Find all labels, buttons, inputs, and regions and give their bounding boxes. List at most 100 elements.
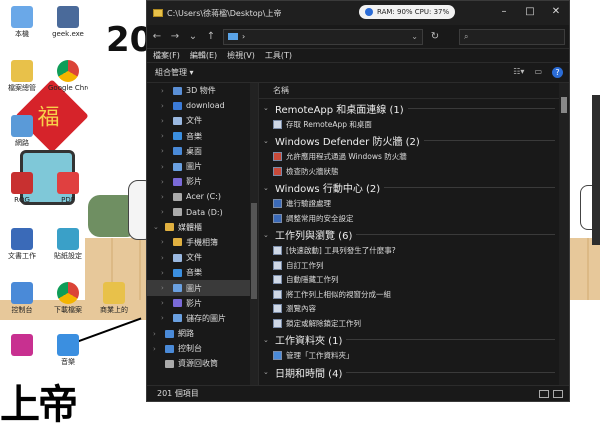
nav-item[interactable]: › 網路 bbox=[147, 326, 258, 341]
taskbar-icon bbox=[273, 304, 282, 314]
back-arrow-icon[interactable]: ← bbox=[151, 31, 163, 42]
desktop-icon-music[interactable]: 音樂 bbox=[48, 334, 88, 367]
menu-view[interactable]: 檢視(V) bbox=[227, 50, 255, 61]
setting-icon bbox=[273, 119, 282, 129]
work-folders-icon bbox=[273, 351, 282, 361]
network-icon bbox=[11, 115, 33, 137]
nav-item[interactable]: › Data (D:) bbox=[147, 205, 258, 220]
desktop-icon-app[interactable] bbox=[2, 334, 42, 358]
group-header[interactable]: ⌄ 工作列與瀏覽 (6) bbox=[259, 226, 569, 244]
forward-arrow-icon[interactable]: → bbox=[169, 31, 181, 42]
group-header[interactable]: ⌄ RemoteApp 和桌面連線 (1) bbox=[259, 99, 569, 117]
nav-item[interactable]: › 音樂 bbox=[147, 129, 258, 144]
nav-item[interactable]: › 控制台 bbox=[147, 341, 258, 356]
group-header[interactable]: ⌄ Windows 行動中心 (2) bbox=[259, 179, 569, 197]
drive-icon bbox=[173, 208, 182, 217]
nav-item[interactable]: › 手機相簿 bbox=[147, 235, 258, 250]
nav-item-selected[interactable]: › 圖片 bbox=[147, 280, 258, 296]
music-icon bbox=[57, 334, 79, 356]
item-count: 201 個項目 bbox=[157, 389, 199, 398]
preview-pane-icon[interactable]: ▭ bbox=[534, 67, 542, 78]
nav-item[interactable]: › 文件 bbox=[147, 113, 258, 128]
list-item[interactable]: 存取 RemoteApp 和桌面 bbox=[259, 117, 569, 132]
list-item[interactable]: 自動隱藏工作列 bbox=[259, 273, 569, 288]
videos-icon bbox=[173, 299, 182, 308]
desktop-icon-rog[interactable]: ROG bbox=[2, 172, 42, 205]
desktop-icon-explorer[interactable]: 檔案總管 bbox=[2, 60, 42, 93]
search-box[interactable]: ⌕ bbox=[459, 28, 565, 45]
desktop-icon-pdf[interactable]: PDF bbox=[48, 172, 88, 205]
recent-chevron-icon[interactable]: ⌄ bbox=[187, 31, 199, 42]
address-row: ← → ⌄ ↑ › ⌄ ↻ ⌕ bbox=[147, 25, 569, 49]
menu-edit[interactable]: 編輯(E) bbox=[190, 50, 217, 61]
nav-item[interactable]: › 文件 bbox=[147, 250, 258, 265]
saved-pictures-icon bbox=[173, 314, 182, 323]
nav-item[interactable]: › 圖片 bbox=[147, 159, 258, 174]
list-item[interactable]: 調整常用的安全設定 bbox=[259, 211, 569, 226]
chrome-icon bbox=[57, 60, 79, 82]
document-icon bbox=[11, 228, 33, 250]
list-item[interactable]: [快速啟動] 工具列發生了什麼事? bbox=[259, 244, 569, 259]
details-view-icon[interactable] bbox=[539, 389, 549, 398]
group-header[interactable]: ⌄ Windows Defender 防火牆 (2) bbox=[259, 132, 569, 150]
desktop-icon-business[interactable]: 商業上的 bbox=[94, 282, 134, 315]
maximize-button[interactable]: □ bbox=[517, 1, 543, 21]
nav-item[interactable]: › 影片 bbox=[147, 174, 258, 189]
content-scroll-thumb[interactable] bbox=[561, 97, 567, 113]
view-options-icon[interactable]: ☷▾ bbox=[513, 67, 524, 78]
nav-scrollbar[interactable] bbox=[250, 83, 258, 385]
desktop-icon-download[interactable]: 下載檔案 bbox=[48, 282, 88, 315]
up-arrow-icon[interactable]: ↑ bbox=[205, 31, 217, 42]
group-header[interactable]: ⌄ 日期和時間 (4) bbox=[259, 363, 569, 381]
large-icons-view-icon[interactable] bbox=[553, 389, 563, 398]
nav-item[interactable]: › 儲存的圖片 bbox=[147, 311, 258, 326]
music-icon bbox=[173, 132, 182, 141]
help-icon[interactable]: ? bbox=[552, 67, 563, 78]
nav-item[interactable]: ⌄ 媒體櫃 bbox=[147, 220, 258, 235]
desktop-icon-docs[interactable]: 文書工作 bbox=[2, 228, 42, 261]
address-bar[interactable]: › ⌄ bbox=[223, 28, 423, 45]
navigation-pane: › 3D 物件 › download › 文件 › 音樂 › 桌面 › 圖片 › 影片 › Ac… bbox=[147, 83, 259, 385]
list-item[interactable]: 鎖定或解除鎖定工作列 bbox=[259, 316, 569, 331]
nav-item[interactable]: › 3D 物件 bbox=[147, 83, 258, 98]
desktop-icon-network[interactable]: 網路 bbox=[2, 115, 42, 148]
list-item[interactable]: 允許應用程式通過 Windows 防火牆 bbox=[259, 150, 569, 165]
list-item[interactable]: 檢查防火牆狀態 bbox=[259, 164, 569, 179]
content-scrollbar[interactable] bbox=[559, 83, 569, 385]
explorer-window: C:\Users\徐蒋楹\Desktop\上帝 RAM: 90% CPU: 37… bbox=[146, 0, 570, 402]
desktop-icon bbox=[173, 147, 182, 156]
refresh-icon[interactable]: ↻ bbox=[429, 31, 441, 42]
minimize-button[interactable]: – bbox=[491, 1, 517, 21]
menu-file[interactable]: 檔案(F) bbox=[153, 50, 180, 61]
nav-item[interactable]: › 影片 bbox=[147, 296, 258, 311]
folder-icon bbox=[11, 60, 33, 82]
taskbar-icon bbox=[273, 275, 282, 285]
nav-item[interactable]: › 桌面 bbox=[147, 144, 258, 159]
organize-button[interactable]: 組合管理 ▾ bbox=[155, 67, 194, 78]
desktop-icon-sticker[interactable]: 貼紙設定 bbox=[48, 228, 88, 261]
desktop-icon-this-pc[interactable]: 本機 bbox=[2, 6, 42, 39]
list-item[interactable]: 管理「工作資料夾」 bbox=[259, 349, 569, 364]
list-item[interactable]: 自訂工作列 bbox=[259, 258, 569, 273]
menu-tools[interactable]: 工具(T) bbox=[265, 50, 292, 61]
nav-item[interactable]: 資源回收筒 bbox=[147, 356, 258, 371]
desktop-icon-chrome[interactable]: Google Chrome bbox=[48, 60, 88, 93]
list-item[interactable]: 將工作列上相似的視窗分成一組 bbox=[259, 287, 569, 302]
chrome-icon bbox=[57, 282, 79, 304]
group-header[interactable]: ⌄ 工作資料夾 (1) bbox=[259, 331, 569, 349]
nav-scroll-thumb[interactable] bbox=[251, 203, 257, 299]
address-dropdown-icon[interactable]: ⌄ bbox=[411, 32, 418, 41]
sticky-note bbox=[592, 95, 600, 245]
list-item[interactable]: 進行驗證處理 bbox=[259, 197, 569, 212]
close-button[interactable]: ✕ bbox=[543, 1, 569, 21]
desktop-icon-control-panel[interactable]: 控制台 bbox=[2, 282, 42, 315]
list-item[interactable]: 瀏覽內容 bbox=[259, 302, 569, 317]
explorer-body: › 3D 物件 › download › 文件 › 音樂 › 桌面 › 圖片 › 影片 › Ac… bbox=[147, 83, 569, 385]
nav-item[interactable]: › Acer (C:) bbox=[147, 189, 258, 204]
address-path: › bbox=[242, 32, 246, 41]
column-header-name[interactable]: 名稱 bbox=[259, 83, 569, 99]
desktop-icon-geek[interactable]: geek.exe bbox=[48, 6, 88, 39]
nav-item[interactable]: › 音樂 bbox=[147, 265, 258, 280]
search-icon: ⌕ bbox=[464, 31, 469, 41]
nav-item[interactable]: › download bbox=[147, 98, 258, 113]
